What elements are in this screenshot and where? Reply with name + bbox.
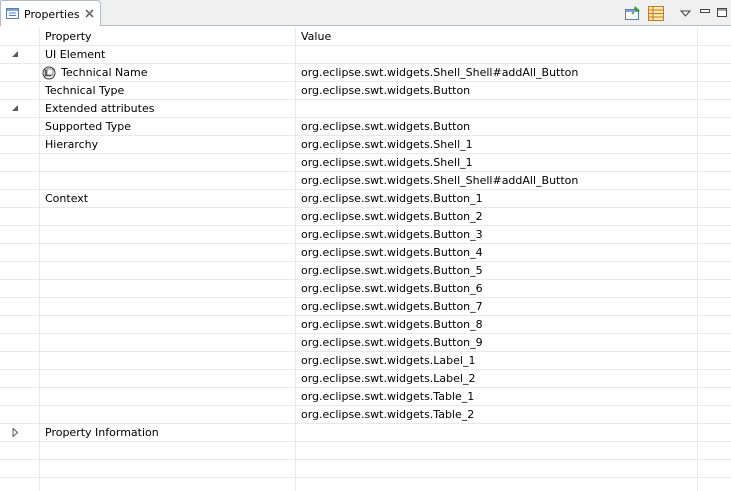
value-cell: org.eclipse.swt.widgets.Button: [301, 84, 471, 97]
property-cell: [45, 244, 293, 262]
value-cell: org.eclipse.swt.widgets.Button_2: [301, 210, 483, 223]
property-cell: [45, 316, 293, 334]
maximize-icon[interactable]: [713, 5, 731, 22]
value-cell: [301, 478, 694, 491]
property-cell: Technical Name: [61, 66, 148, 79]
property-cell: UI Element: [45, 48, 106, 61]
value-cell: org.eclipse.swt.widgets.Shell_1: [301, 156, 473, 169]
collapsed-triangle-icon[interactable]: [11, 428, 20, 437]
value-cell: [301, 46, 694, 64]
table-header: Property Value: [0, 28, 731, 46]
properties-view-icon: [6, 8, 19, 19]
table-row[interactable]: UI Element: [0, 46, 731, 64]
table-row[interactable]: Extended attributes: [0, 100, 731, 118]
table-row[interactable]: org.eclipse.swt.widgets.Shell_Shell#addA…: [0, 172, 731, 190]
table-row[interactable]: org.eclipse.swt.widgets.Label_2: [0, 370, 731, 388]
value-cell: [301, 100, 694, 118]
property-cell: [45, 442, 293, 460]
property-cell: Technical Type: [45, 84, 125, 97]
property-cell: [45, 370, 293, 388]
property-cell: [45, 226, 293, 244]
value-cell: org.eclipse.swt.widgets.Table_2: [301, 408, 475, 421]
table-row[interactable]: org.eclipse.swt.widgets.Table_1: [0, 388, 731, 406]
column-header-property[interactable]: Property: [45, 28, 293, 46]
table-row[interactable]: [0, 442, 731, 460]
property-cell: [45, 334, 293, 352]
property-cell: [45, 406, 293, 424]
column-header-value[interactable]: Value: [301, 28, 694, 46]
value-cell: org.eclipse.swt.widgets.Button_5: [301, 264, 483, 277]
tab-properties[interactable]: Properties: [0, 0, 101, 26]
value-cell: org.eclipse.swt.widgets.Button_9: [301, 336, 483, 349]
property-cell: Extended attributes: [45, 102, 155, 115]
value-cell: org.eclipse.swt.widgets.Label_1: [301, 354, 476, 367]
property-cell: [45, 298, 293, 316]
property-cell: [45, 154, 293, 172]
table-row[interactable]: Context org.eclipse.swt.widgets.Button_1: [0, 190, 731, 208]
value-cell: org.eclipse.swt.widgets.Shell_Shell#addA…: [301, 174, 579, 187]
property-cell: [45, 262, 293, 280]
value-cell: org.eclipse.swt.widgets.Label_2: [301, 372, 476, 385]
value-cell: org.eclipse.swt.widgets.Button_3: [301, 228, 483, 241]
value-cell: org.eclipse.swt.widgets.Shell_Shell#addA…: [301, 66, 579, 79]
table-row[interactable]: [0, 478, 731, 491]
pin-to-selection-icon[interactable]: [624, 5, 642, 22]
property-cell: Context: [45, 192, 89, 205]
show-categories-icon[interactable]: [647, 5, 665, 22]
table-row[interactable]: org.eclipse.swt.widgets.Button_8: [0, 316, 731, 334]
table-row[interactable]: org.eclipse.swt.widgets.Button_4: [0, 244, 731, 262]
value-cell: [301, 424, 694, 442]
table-row[interactable]: org.eclipse.swt.widgets.Label_1: [0, 352, 731, 370]
property-cell: Hierarchy: [45, 138, 99, 151]
table-row[interactable]: org.eclipse.swt.widgets.Button_6: [0, 280, 731, 298]
table-row[interactable]: Technical Type org.eclipse.swt.widgets.Bu…: [0, 82, 731, 100]
view-tab-bar: Properties: [0, 0, 731, 26]
value-cell: org.eclipse.swt.widgets.Button_8: [301, 318, 483, 331]
table-row[interactable]: org.eclipse.swt.widgets.Table_2: [0, 406, 731, 424]
table-row[interactable]: Supported Type org.eclipse.swt.widgets.Bu…: [0, 118, 731, 136]
property-cell: [45, 478, 293, 491]
value-cell: org.eclipse.swt.widgets.Button_7: [301, 300, 483, 313]
value-cell: [301, 460, 694, 478]
property-sheet: Property Value UI Element Technical Name o…: [0, 28, 731, 491]
value-cell: org.eclipse.swt.widgets.Button_6: [301, 282, 483, 295]
property-cell: [45, 460, 293, 478]
table-row[interactable]: org.eclipse.swt.widgets.Button_2: [0, 208, 731, 226]
table-row[interactable]: Property Information: [0, 424, 731, 442]
value-cell: org.eclipse.swt.widgets.Button_1: [301, 192, 483, 205]
property-cell: [45, 172, 293, 190]
table-row[interactable]: org.eclipse.swt.widgets.Button_5: [0, 262, 731, 280]
expanded-triangle-icon[interactable]: [11, 104, 20, 113]
table-row[interactable]: Technical Name org.eclipse.swt.widgets.Sh…: [0, 64, 731, 82]
value-cell: [301, 442, 694, 460]
technical-name-icon: [42, 66, 56, 80]
table-row[interactable]: org.eclipse.swt.widgets.Shell_1: [0, 154, 731, 172]
value-cell: org.eclipse.swt.widgets.Table_1: [301, 390, 475, 403]
property-cell: Supported Type: [45, 120, 131, 133]
view-menu-icon[interactable]: [677, 5, 695, 22]
property-cell: Property Information: [45, 426, 159, 439]
expanded-triangle-icon[interactable]: [11, 50, 20, 59]
close-icon[interactable]: [84, 8, 95, 19]
property-cell: [45, 280, 293, 298]
table-row[interactable]: org.eclipse.swt.widgets.Button_3: [0, 226, 731, 244]
value-cell: org.eclipse.swt.widgets.Shell_1: [301, 138, 473, 151]
property-cell: [45, 388, 293, 406]
minimize-icon[interactable]: [696, 5, 714, 22]
table-row[interactable]: org.eclipse.swt.widgets.Button_9: [0, 334, 731, 352]
value-cell: org.eclipse.swt.widgets.Button: [301, 120, 471, 133]
value-cell: org.eclipse.swt.widgets.Button_4: [301, 246, 483, 259]
table-row[interactable]: Hierarchy org.eclipse.swt.widgets.Shell_1: [0, 136, 731, 154]
table-row[interactable]: org.eclipse.swt.widgets.Button_7: [0, 298, 731, 316]
tab-title: Properties: [24, 8, 80, 21]
property-cell: [45, 208, 293, 226]
table-row[interactable]: [0, 460, 731, 478]
property-cell: [45, 352, 293, 370]
